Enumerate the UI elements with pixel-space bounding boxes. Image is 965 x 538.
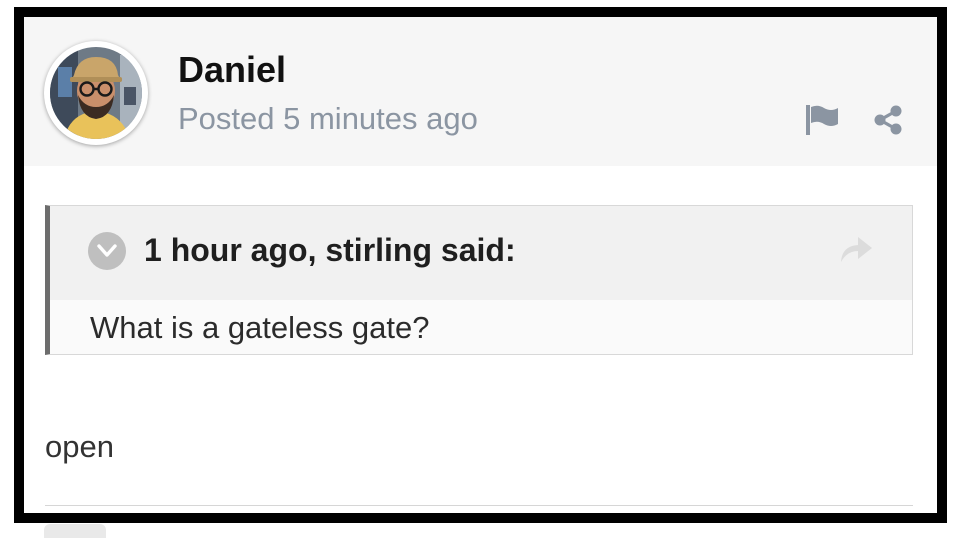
reply-arrow-icon[interactable] xyxy=(838,232,874,264)
chevron-down-icon[interactable] xyxy=(88,232,126,270)
quote-header: 1 hour ago, stirling said: xyxy=(50,206,912,300)
avatar-photo xyxy=(50,47,142,139)
quote-text: What is a gateless gate? xyxy=(90,310,430,345)
quote-block: 1 hour ago, stirling said: What is a gat… xyxy=(45,205,913,355)
author-name[interactable]: Daniel xyxy=(178,49,286,91)
post-timestamp[interactable]: Posted 5 minutes ago xyxy=(178,101,478,137)
post-header: Daniel Posted 5 minutes ago xyxy=(24,17,937,166)
post-card: Daniel Posted 5 minutes ago 1 hour ago, … xyxy=(14,7,947,523)
share-icon[interactable] xyxy=(870,103,906,137)
quote-citation: 1 hour ago, stirling said: xyxy=(144,232,516,268)
divider xyxy=(45,505,913,506)
avatar[interactable] xyxy=(44,41,148,145)
post-body-text: open xyxy=(45,429,114,464)
flag-icon[interactable] xyxy=(804,103,840,137)
reaction-button-edge xyxy=(44,524,106,538)
